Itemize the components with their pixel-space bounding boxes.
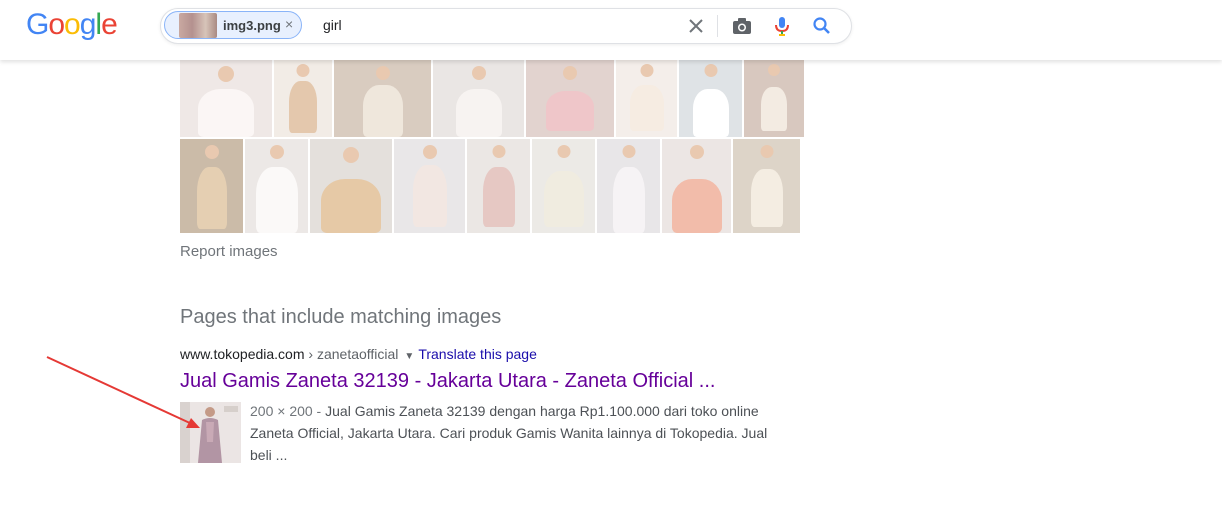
image-thumb[interactable] [310,139,392,233]
result-title-link[interactable]: Jual Gamis Zaneta 32139 - Jakarta Utara … [180,370,715,393]
result-domain: www.tokopedia.com [180,346,305,362]
google-logo[interactable]: Google [26,8,118,42]
logo-letter: o [48,8,65,41]
image-thumb[interactable] [526,60,614,137]
image-thumb[interactable] [394,139,465,233]
image-thumb[interactable] [679,60,742,137]
image-thumb[interactable] [334,60,431,137]
search-box[interactable]: img3.png × girl [160,8,852,44]
image-thumb[interactable] [744,60,804,137]
logo-letter: G [26,8,49,41]
mic-icon[interactable] [771,15,793,37]
result-thumbnail[interactable] [180,402,241,463]
chip-label: img3.png [223,18,281,33]
chip-close-icon[interactable]: × [285,16,293,32]
report-images-link[interactable]: Report images [180,243,278,260]
image-thumb[interactable] [597,139,660,233]
image-thumb[interactable] [467,139,530,233]
image-thumb[interactable] [616,60,677,137]
search-icon[interactable] [811,15,833,37]
section-title: Pages that include matching images [180,306,502,328]
image-thumb[interactable] [733,139,800,233]
image-thumb[interactable] [274,60,332,137]
image-query-chip[interactable]: img3.png × [164,11,302,39]
header: Google img3.png × girl [0,0,1222,60]
image-thumb[interactable] [245,139,308,233]
logo-letter: g [79,8,97,41]
camera-icon[interactable] [731,15,753,37]
chip-thumbnail [179,13,217,38]
result-meta: 200 × 200 - [250,403,326,419]
translate-link[interactable]: Translate this page [418,346,537,362]
caret-down-icon[interactable]: ▼ [404,351,414,362]
result-description: Jual Gamis Zaneta 32139 dengan harga Rp1… [250,403,768,463]
image-thumb[interactable] [180,139,243,233]
image-thumb[interactable] [180,60,272,137]
logo-letter: e [101,8,118,41]
image-thumb[interactable] [662,139,731,233]
image-thumb[interactable] [532,139,595,233]
result-snippet: 200 × 200 - Jual Gamis Zaneta 32139 deng… [250,400,780,466]
result-path: › zanetaofficial [304,346,399,362]
logo-letter: o [64,8,81,41]
search-divider [717,15,718,37]
search-input[interactable]: girl [323,17,342,33]
image-thumb[interactable] [433,60,524,137]
result-breadcrumb: www.tokopedia.com › zanetaofficial ▼ Trans… [180,346,537,362]
close-icon[interactable] [685,15,707,37]
